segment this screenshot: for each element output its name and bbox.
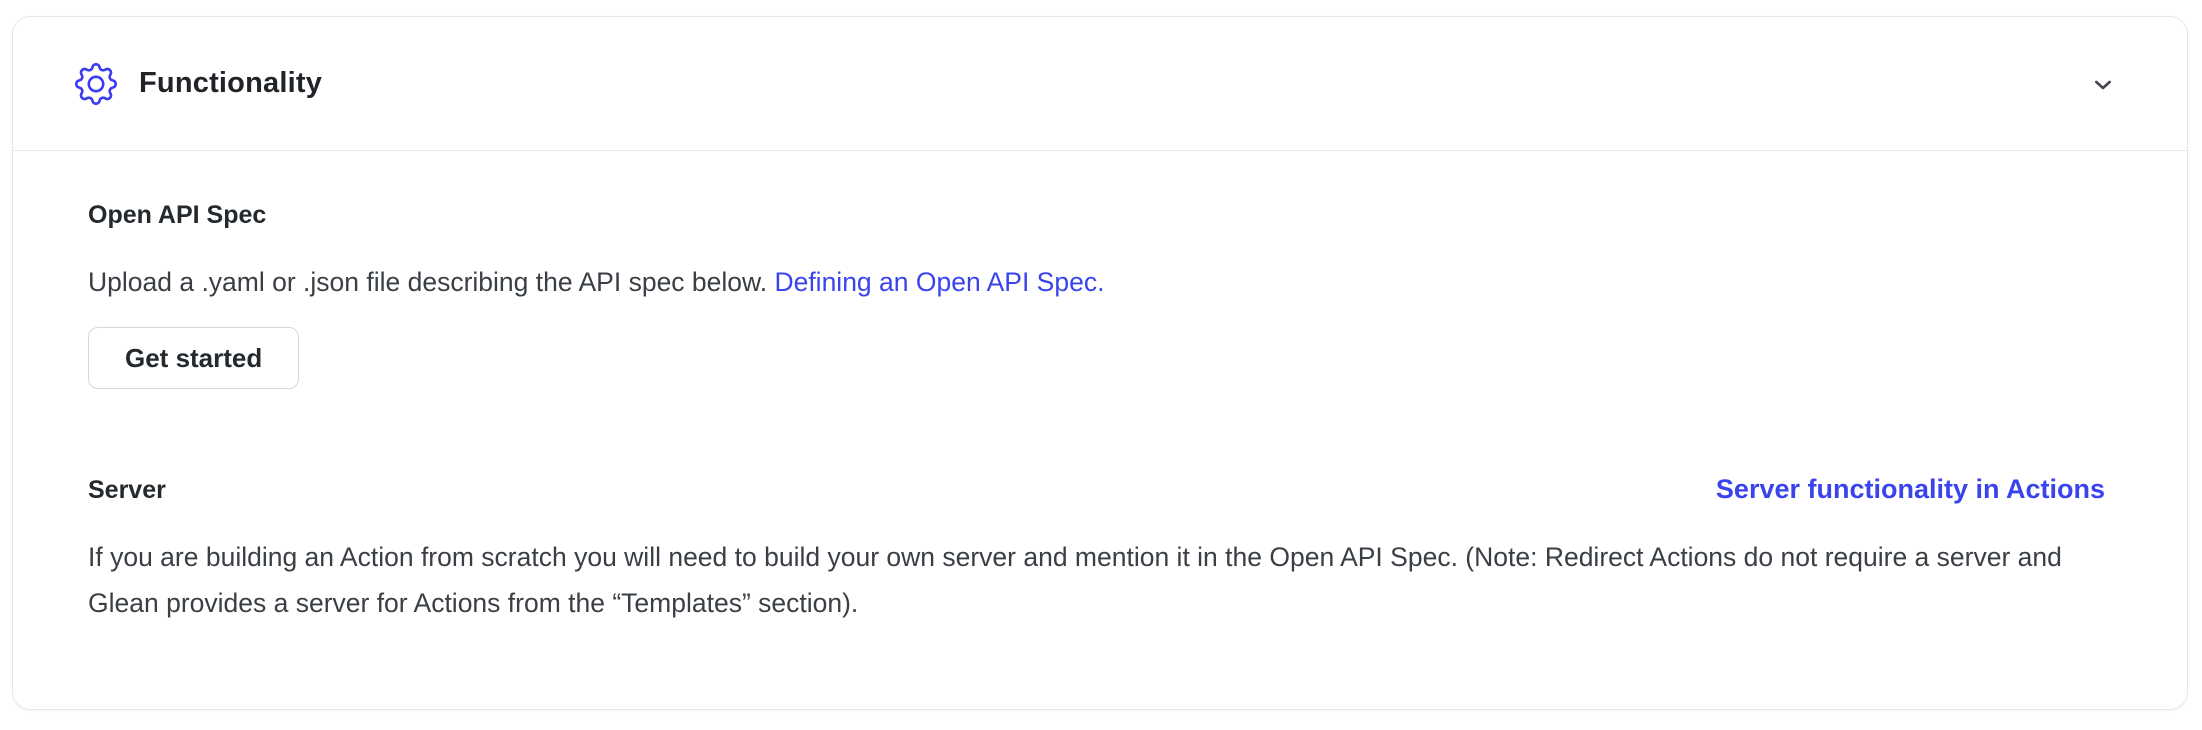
functionality-panel: Functionality Open API Spec Upload a .ya… (12, 16, 2188, 710)
server-section: Server Server functionality in Actions I… (88, 473, 2105, 626)
server-heading-row: Server Server functionality in Actions (88, 473, 2105, 506)
chevron-down-icon[interactable] (2087, 68, 2119, 100)
server-heading: Server (88, 474, 166, 506)
open-api-spec-heading: Open API Spec (88, 199, 2105, 231)
panel-title: Functionality (139, 67, 322, 100)
get-started-button[interactable]: Get started (88, 327, 299, 389)
open-api-spec-section: Open API Spec Upload a .yaml or .json fi… (88, 199, 2105, 389)
server-functionality-link[interactable]: Server functionality in Actions (1716, 473, 2105, 505)
open-api-spec-description: Upload a .yaml or .json file describing … (88, 259, 2105, 305)
server-description: If you are building an Action from scrat… (88, 534, 2105, 626)
panel-body: Open API Spec Upload a .yaml or .json fi… (13, 151, 2187, 626)
functionality-panel-header[interactable]: Functionality (13, 17, 2187, 151)
gear-icon (75, 63, 117, 105)
open-api-spec-description-text: Upload a .yaml or .json file describing … (88, 267, 774, 297)
defining-open-api-spec-link[interactable]: Defining an Open API Spec. (774, 267, 1104, 297)
